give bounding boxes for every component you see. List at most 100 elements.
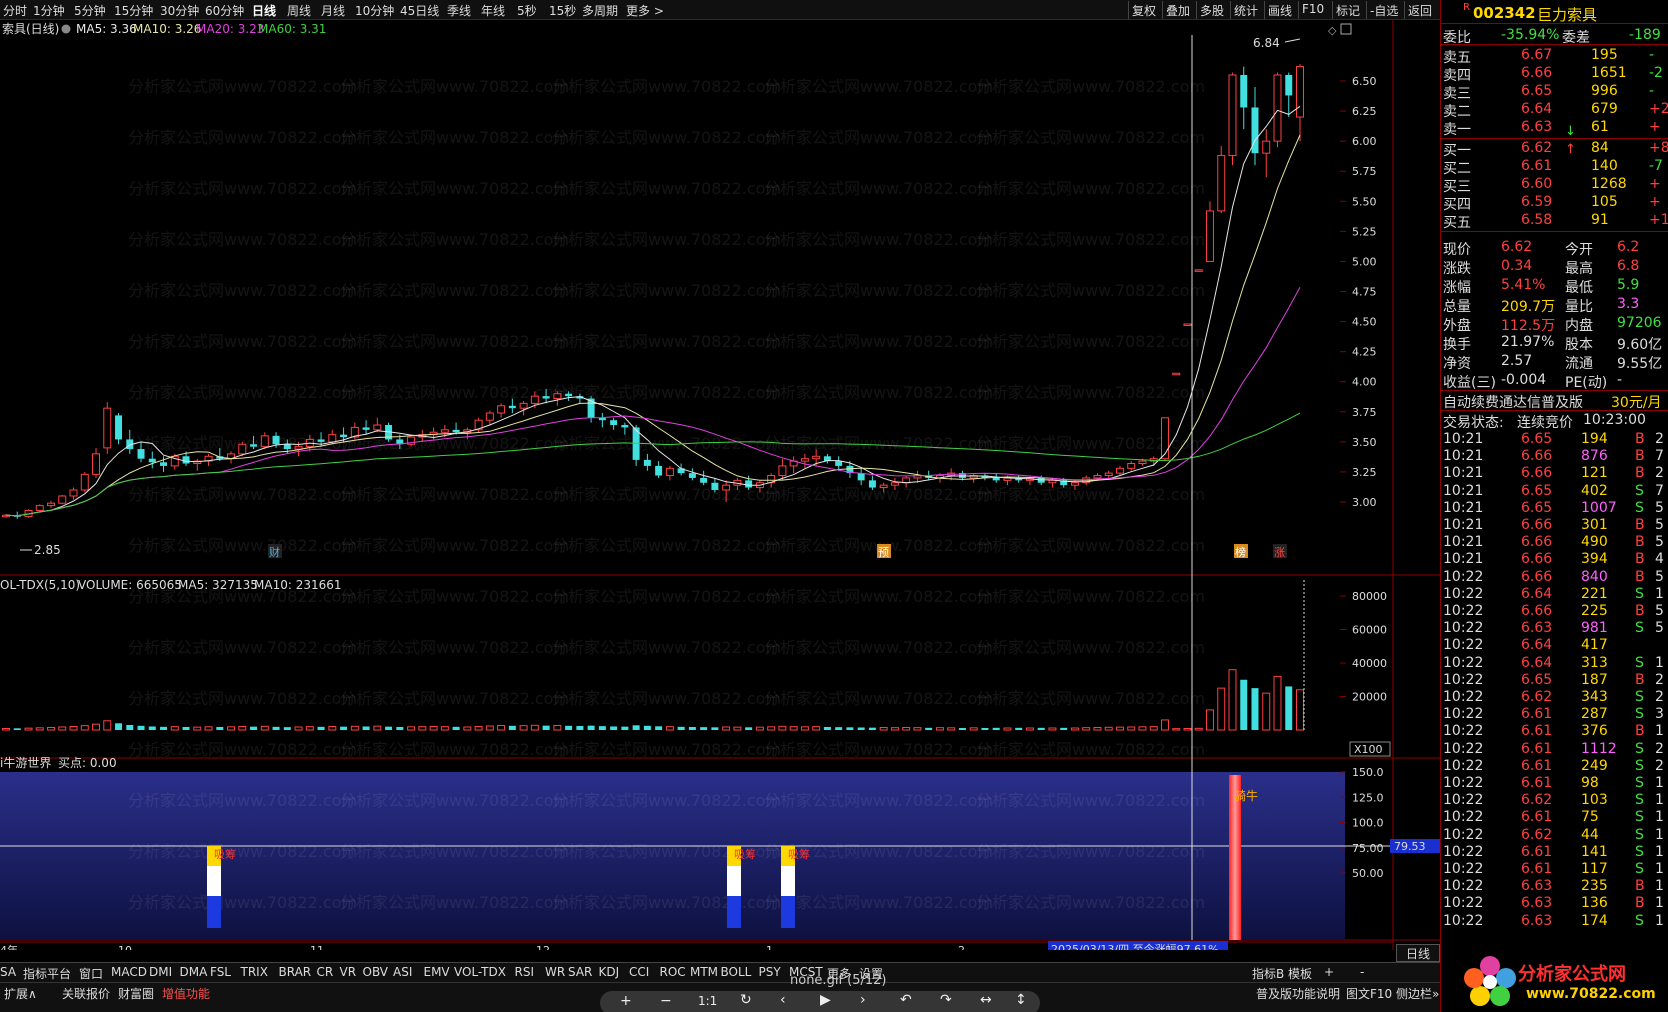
indicator-tab-4[interactable]: DMI [149, 965, 172, 979]
period-15sec[interactable]: 15秒 [549, 2, 576, 18]
bid-row-4[interactable]: 买四 6.59 105 + [1441, 193, 1668, 213]
tick-row[interactable]: 10:21 6.65 402 S 7 [1441, 483, 1668, 500]
actual-size-icon[interactable]: 1:1 [698, 994, 717, 1008]
period-10min[interactable]: 10分钟 [355, 2, 394, 18]
indicator-tab-21[interactable]: MTM [690, 965, 718, 979]
rotate-icon[interactable]: ↻ [740, 992, 752, 1008]
f10-text-button[interactable]: 图文F10 [1346, 985, 1392, 1002]
tick-row[interactable]: 10:22 6.61 75 S 1 [1441, 809, 1668, 826]
mark-button[interactable]: 标记 [1332, 1, 1363, 19]
flip-v-icon[interactable]: ↕ [1015, 992, 1027, 1008]
indicator-tab-13[interactable]: EMV [424, 965, 450, 979]
quote-row-5[interactable]: 换手 21.97% 股本 9.60亿 [1441, 333, 1668, 353]
quote-row-4[interactable]: 外盘 112.5万 内盘 97206 [1441, 314, 1668, 334]
tick-row[interactable]: 10:21 6.66 301 B 5 [1441, 517, 1668, 534]
indicator-tab-8[interactable]: BRAR [279, 965, 312, 979]
indicator-tab-14[interactable]: VOL-TDX [454, 965, 506, 979]
ask-row-5[interactable]: 卖五 6.67 195- [1441, 46, 1668, 66]
undo-icon[interactable]: ↶ [900, 992, 912, 1008]
wealth-circle-button[interactable]: 财富圈 [118, 985, 154, 1002]
window-icon[interactable] [1340, 23, 1352, 35]
tick-row[interactable]: 10:22 6.61 1112 S 2 [1441, 741, 1668, 758]
play-icon[interactable]: ▶ [820, 992, 831, 1008]
indicator-tab-19[interactable]: CCI [629, 965, 649, 979]
indicator-tab-20[interactable]: ROC [660, 965, 686, 979]
indicator-tab-7[interactable]: TRIX [241, 965, 268, 979]
period-multi[interactable]: 多周期 [582, 2, 618, 18]
indicator-tab-1[interactable]: 指标平台 [23, 965, 71, 982]
linked-quote-button[interactable]: 关联报价 [62, 985, 110, 1002]
period-yearly[interactable]: 年线 [481, 2, 505, 18]
stats-button[interactable]: 统计 [1230, 1, 1261, 19]
tick-row[interactable]: 10:22 6.61 141 S 1 [1441, 844, 1668, 861]
period-5sec[interactable]: 5秒 [517, 2, 537, 18]
zoom-in-icon[interactable]: + [620, 993, 632, 1009]
quote-row-1[interactable]: 涨跌 0.34 最高 6.8 [1441, 257, 1668, 277]
ma-settings-icon[interactable] [61, 24, 71, 34]
indicator-tab-2[interactable]: 窗口 [79, 965, 103, 982]
tick-row[interactable]: 10:21 6.66 876 B 7 [1441, 448, 1668, 465]
tick-row[interactable]: 10:22 6.66 225 B 5 [1441, 603, 1668, 620]
indicator-tab-11[interactable]: OBV [363, 965, 389, 979]
multi-stock-button[interactable]: 多股 [1196, 1, 1227, 19]
period-45day[interactable]: 45日线 [400, 2, 439, 18]
period-weekly[interactable]: 周线 [287, 2, 311, 18]
tick-row[interactable]: 10:22 6.65 187 B 2 [1441, 672, 1668, 689]
flip-h-icon[interactable]: ↔ [980, 992, 992, 1008]
diamond-icon[interactable]: ◇ [1328, 24, 1337, 37]
tick-row[interactable]: 10:22 6.63 235 B 1 [1441, 878, 1668, 895]
ask-row-2[interactable]: 卖二6.64679+20 [1441, 100, 1668, 120]
expand-button[interactable]: 扩展∧ [4, 985, 37, 1002]
value-added-button[interactable]: 增值功能 [162, 985, 210, 1002]
bid-row-2[interactable]: 买二 6.61 140 -7 [1441, 157, 1668, 177]
indicator-tab-22[interactable]: BOLL [721, 965, 752, 979]
tick-row[interactable]: 10:22 6.61 376 B 1 [1441, 723, 1668, 740]
zoom-out-icon[interactable]: − [660, 993, 672, 1009]
indicator-tab-12[interactable]: ASI [393, 965, 412, 979]
indicator-right-2[interactable]: + [1324, 965, 1334, 979]
tick-row[interactable]: 10:22 6.61 249 S 2 [1441, 758, 1668, 775]
indicator-tab-3[interactable]: MACD [111, 965, 147, 979]
period-quarter[interactable]: 季线 [447, 2, 471, 18]
tick-row[interactable]: 10:22 6.66 840 B 5 [1441, 569, 1668, 586]
period-60min[interactable]: 60分钟 [205, 2, 244, 18]
tick-row[interactable]: 10:21 6.65 194 B 2 [1441, 431, 1668, 448]
period-1min[interactable]: 1分钟 [33, 2, 65, 18]
tick-row[interactable]: 10:22 6.62 343 S 2 [1441, 689, 1668, 706]
quote-row-6[interactable]: 净资 2.57 流通 9.55亿 [1441, 352, 1668, 372]
period-more[interactable]: 更多 > [626, 2, 664, 18]
indicator-right-1[interactable]: 模板 [1288, 965, 1312, 982]
next-icon[interactable]: › [860, 992, 866, 1008]
tick-row[interactable]: 10:22 6.63 174 S 1 [1441, 913, 1668, 930]
quote-row-7[interactable]: 收益(三) -0.004 PE(动) - [1441, 371, 1668, 391]
tick-row[interactable]: 10:21 6.66 121 B 2 [1441, 465, 1668, 482]
period-30min[interactable]: 30分钟 [160, 2, 199, 18]
overlay-button[interactable]: 叠加 [1162, 1, 1193, 19]
indicator-tab-17[interactable]: SAR [568, 965, 592, 979]
tick-row[interactable]: 10:22 6.63 136 B 1 [1441, 895, 1668, 912]
period-5min[interactable]: 5分钟 [74, 2, 106, 18]
bid-row-1[interactable]: 买一 6.62 84 +8 [1441, 139, 1668, 159]
back-button[interactable]: 返回 [1404, 1, 1435, 19]
sidebar-button[interactable]: 侧边栏» [1396, 985, 1439, 1002]
tick-row[interactable]: 10:22 6.61 287 S 3 [1441, 706, 1668, 723]
tick-row[interactable]: 10:21 6.66 394 B 4 [1441, 551, 1668, 568]
ask-row-1[interactable]: 卖一 6.63 61 + [1441, 118, 1668, 138]
redo-icon[interactable]: ↷ [940, 992, 952, 1008]
ask-row-3[interactable]: 卖三 6.65 996- [1441, 82, 1668, 102]
tick-row[interactable]: 10:22 6.61 117 S 1 [1441, 861, 1668, 878]
indicator-tab-0[interactable]: SA [0, 965, 16, 979]
draw-button[interactable]: 画线 [1264, 1, 1295, 19]
tick-row[interactable]: 10:22 6.62 44 S 1 [1441, 827, 1668, 844]
period-15min[interactable]: 15分钟 [114, 2, 153, 18]
quote-row-2[interactable]: 涨幅 5.41% 最低 5.9 [1441, 276, 1668, 296]
daily-tab-button[interactable]: 日线 [1396, 944, 1440, 962]
indicator-tab-10[interactable]: VR [340, 965, 357, 979]
version-info-button[interactable]: 普及版功能说明 [1256, 985, 1340, 1002]
quote-row-3[interactable]: 总量 209.7万 量比 3.3 [1441, 295, 1668, 315]
indicator-tab-16[interactable]: WR [545, 965, 565, 979]
bid-row-3[interactable]: 买三 6.60 1268 + [1441, 175, 1668, 195]
ask-row-4[interactable]: 卖四 6.66 1651 -2 [1441, 64, 1668, 84]
prev-icon[interactable]: ‹ [780, 992, 786, 1008]
tick-row[interactable]: 10:22 6.62 103 S 1 [1441, 792, 1668, 809]
